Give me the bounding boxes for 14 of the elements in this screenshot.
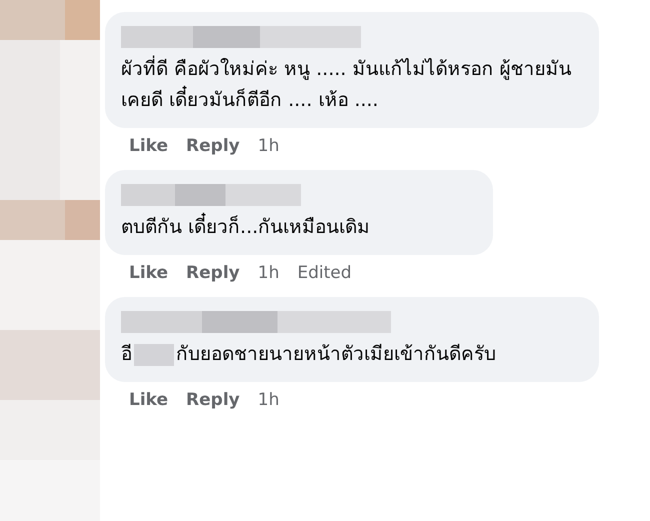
comment-text: อี <box>121 343 132 365</box>
blurred-word <box>134 344 174 366</box>
like-link[interactable]: Like <box>129 136 168 156</box>
like-link[interactable]: Like <box>129 390 168 410</box>
timestamp: 1h <box>258 136 280 156</box>
reply-link[interactable]: Reply <box>186 390 240 410</box>
timestamp: 1h <box>258 263 280 283</box>
timestamp: 1h <box>258 390 280 410</box>
like-link[interactable]: Like <box>129 263 168 283</box>
edited-label: Edited <box>297 263 352 283</box>
reply-link[interactable]: Reply <box>186 136 240 156</box>
comment-text: กับยอดชายนายหน้าตัวเมียเข้ากันดีครับ <box>176 343 496 365</box>
reply-link[interactable]: Reply <box>186 263 240 283</box>
comment-text: ผัวที่ดี คือผัวใหม่ค่ะ หนู ..... มันแก้ไม่ได้หรอก ผู้ชายมันเคยดี เดี๋ยวมันก็ตีอีก .... เห้อ .... <box>121 58 572 111</box>
